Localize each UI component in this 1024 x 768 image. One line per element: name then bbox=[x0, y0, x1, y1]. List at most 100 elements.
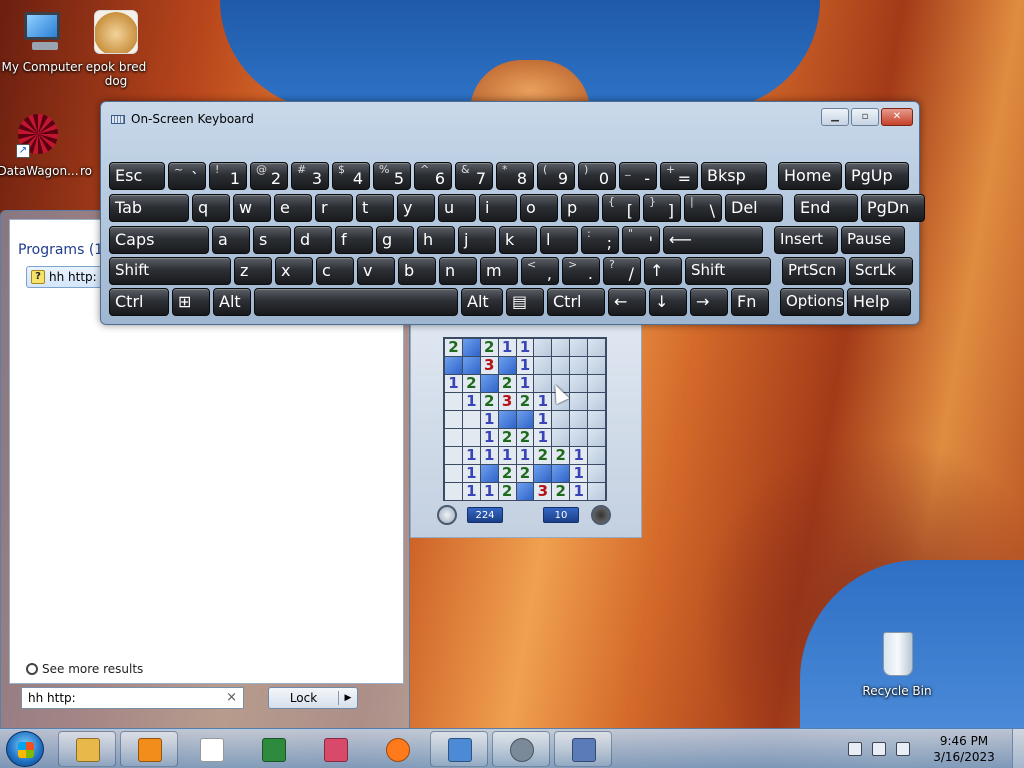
key-r[interactable]: r bbox=[315, 194, 353, 222]
key-x[interactable]: x bbox=[275, 257, 313, 285]
mine-cell[interactable] bbox=[570, 393, 588, 410]
key-i[interactable]: i bbox=[479, 194, 517, 222]
desktop-icon-epok-bred-dog[interactable]: epok bred dog bbox=[74, 8, 158, 88]
key-→[interactable]: → bbox=[690, 288, 728, 316]
key-7[interactable]: & 7 bbox=[455, 162, 493, 190]
key-5[interactable]: % 5 bbox=[373, 162, 411, 190]
key-o[interactable]: o bbox=[520, 194, 558, 222]
mine-cell[interactable] bbox=[570, 375, 588, 392]
mine-cell[interactable] bbox=[588, 465, 605, 482]
key-8[interactable]: * 8 bbox=[496, 162, 534, 190]
key-n[interactable]: n bbox=[439, 257, 477, 285]
key-`[interactable]: ~ ` bbox=[168, 162, 206, 190]
key-Alt[interactable]: Alt bbox=[213, 288, 251, 316]
taskbar-minesweeper[interactable] bbox=[492, 731, 550, 767]
key--[interactable]: _ - bbox=[619, 162, 657, 190]
key-Shift[interactable]: Shift bbox=[109, 257, 231, 285]
key-0[interactable]: ) 0 bbox=[578, 162, 616, 190]
network-icon[interactable] bbox=[872, 742, 886, 756]
key-w[interactable]: w bbox=[233, 194, 271, 222]
mine-cell[interactable] bbox=[588, 375, 605, 392]
desktop-icon-my-computer[interactable]: My Computer bbox=[0, 8, 84, 74]
mine-cell[interactable] bbox=[498, 411, 516, 428]
key-Options[interactable]: Options bbox=[780, 288, 844, 316]
taskbar-notepad[interactable] bbox=[182, 731, 240, 767]
taskbar-csharp[interactable] bbox=[244, 731, 302, 767]
key-Shift[interactable]: Shift bbox=[685, 257, 771, 285]
mine-cell[interactable] bbox=[588, 411, 605, 428]
clock[interactable]: 9:46 PM 3/16/2023 bbox=[928, 733, 1000, 765]
key-End[interactable]: End bbox=[794, 194, 858, 222]
key-PgUp[interactable]: PgUp bbox=[845, 162, 909, 190]
key-g[interactable]: g bbox=[376, 226, 414, 254]
key-m[interactable]: m bbox=[480, 257, 518, 285]
action-center-icon[interactable] bbox=[848, 742, 862, 756]
key-v[interactable]: v bbox=[357, 257, 395, 285]
key-p[interactable]: p bbox=[561, 194, 599, 222]
mine-cell[interactable] bbox=[462, 357, 480, 374]
key-y[interactable]: y bbox=[397, 194, 435, 222]
key-=[interactable]: + = bbox=[660, 162, 698, 190]
mine-cell[interactable] bbox=[516, 483, 534, 500]
key-\[interactable]: | \ bbox=[684, 194, 722, 222]
key-'[interactable]: " ' bbox=[622, 226, 660, 254]
key-Ctrl[interactable]: Ctrl bbox=[547, 288, 605, 316]
lock-button[interactable]: Lock ▶ bbox=[268, 687, 358, 709]
mine-cell[interactable] bbox=[588, 429, 605, 446]
key-Esc[interactable]: Esc bbox=[109, 162, 165, 190]
key-9[interactable]: (9 bbox=[537, 162, 575, 190]
mine-cell[interactable] bbox=[552, 411, 570, 428]
start-search-input[interactable]: hh http: × bbox=[21, 687, 244, 709]
key-Ctrl[interactable]: Ctrl bbox=[109, 288, 169, 316]
key-↓[interactable]: ↓ bbox=[649, 288, 687, 316]
mine-cell[interactable] bbox=[445, 357, 462, 374]
power-options-arrow-icon[interactable]: ▶ bbox=[339, 693, 357, 703]
key-.[interactable]: >. bbox=[562, 257, 600, 285]
mine-cell[interactable] bbox=[516, 411, 534, 428]
key-Caps[interactable]: Caps bbox=[109, 226, 209, 254]
key-u[interactable]: u bbox=[438, 194, 476, 222]
key-b[interactable]: b bbox=[398, 257, 436, 285]
key-e[interactable]: e bbox=[274, 194, 312, 222]
key-s[interactable]: s bbox=[253, 226, 291, 254]
mine-cell[interactable] bbox=[588, 339, 605, 356]
taskbar-explorer[interactable] bbox=[58, 731, 116, 767]
key-4[interactable]: $4 bbox=[332, 162, 370, 190]
mine-cell[interactable] bbox=[588, 393, 605, 410]
taskbar-control-panel[interactable] bbox=[430, 731, 488, 767]
desktop-icon-recycle-bin[interactable]: Recycle Bin bbox=[855, 632, 939, 698]
mine-cell[interactable] bbox=[480, 465, 498, 482]
mine-cell[interactable] bbox=[480, 375, 498, 392]
key-j[interactable]: j bbox=[458, 226, 496, 254]
key-6[interactable]: ^ 6 bbox=[414, 162, 452, 190]
key-a[interactable]: a bbox=[212, 226, 250, 254]
mine-cell[interactable] bbox=[588, 483, 605, 500]
key-d[interactable]: d bbox=[294, 226, 332, 254]
key-l[interactable]: l bbox=[540, 226, 578, 254]
key-;[interactable]: :; bbox=[581, 226, 619, 254]
mine-cell[interactable] bbox=[462, 339, 480, 356]
key-⟵[interactable]: ⟵ bbox=[663, 226, 763, 254]
close-button[interactable]: ✕ bbox=[881, 108, 913, 126]
see-more-results-link[interactable]: See more results bbox=[26, 662, 143, 676]
mine-cell[interactable] bbox=[552, 465, 570, 482]
show-desktop-button[interactable] bbox=[1012, 729, 1024, 768]
key-q[interactable]: q bbox=[192, 194, 230, 222]
key-ScrLk[interactable]: ScrLk bbox=[849, 257, 913, 285]
key-f[interactable]: f bbox=[335, 226, 373, 254]
key-Tab[interactable]: Tab bbox=[109, 194, 189, 222]
key-/[interactable]: ? / bbox=[603, 257, 641, 285]
restore-button[interactable]: ▫ bbox=[851, 108, 879, 126]
key-←[interactable]: ← bbox=[608, 288, 646, 316]
key-,[interactable]: <, bbox=[521, 257, 559, 285]
taskbar-media-player[interactable] bbox=[120, 731, 178, 767]
key-PrtScn[interactable]: PrtScn bbox=[782, 257, 846, 285]
key-[[interactable]: {[ bbox=[602, 194, 640, 222]
volume-icon[interactable] bbox=[896, 742, 910, 756]
key-][interactable]: }] bbox=[643, 194, 681, 222]
mine-cell[interactable] bbox=[534, 357, 552, 374]
clear-search-icon[interactable]: × bbox=[226, 690, 237, 705]
taskbar-on-screen-keyboard[interactable] bbox=[554, 731, 612, 767]
mine-cell[interactable] bbox=[588, 447, 605, 464]
mine-cell[interactable] bbox=[570, 411, 588, 428]
